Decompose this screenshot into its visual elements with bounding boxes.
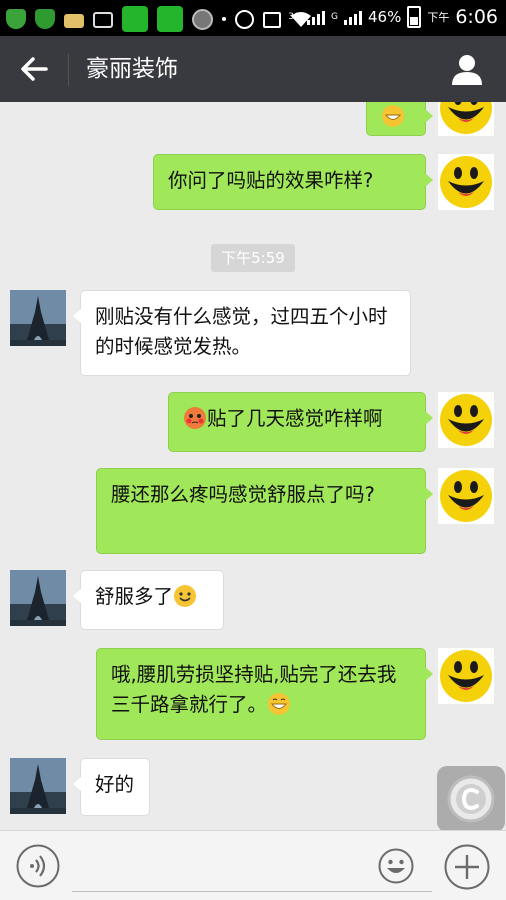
message-list[interactable]: 你问了吗贴的效果咋样? 下午5:59 刚贴没有什么感觉，过四五个小时的时候感觉发… — [0, 102, 506, 830]
message-text: 你问了吗贴的效果咋样? — [168, 169, 374, 192]
emoji-button[interactable] — [378, 848, 414, 884]
arrow-left-icon — [21, 57, 48, 81]
chat-title: 豪丽装饰 — [86, 56, 178, 82]
message-text: 腰还那么疼吗感觉舒服点了吗? — [111, 483, 375, 506]
my-avatar[interactable] — [438, 154, 494, 210]
network-3g-label: 3G — [288, 12, 301, 22]
status-bar: 3G G 46% 下午 6:06 — [0, 0, 506, 36]
message-text: 好的 — [95, 773, 135, 796]
back-button[interactable] — [16, 52, 52, 86]
battery-icon — [407, 6, 422, 28]
dot-icon — [222, 17, 226, 21]
contact-avatar[interactable] — [10, 758, 66, 814]
signal-bars-icon — [307, 9, 325, 25]
message-bubble-incoming[interactable]: 舒服多了 — [73, 570, 224, 630]
voice-icon — [16, 844, 60, 888]
network-g-label: G — [331, 12, 338, 22]
my-avatar[interactable] — [438, 468, 494, 524]
shopping-bag-icon — [157, 6, 183, 32]
plus-icon — [444, 844, 490, 890]
notification-icons — [6, 6, 321, 32]
image-icon — [263, 12, 281, 28]
message-bubble-outgoing[interactable]: 哦,腰肌劳损坚持贴,贴完了还去我三千路拿就行了。 — [96, 648, 433, 740]
smiley-icon — [378, 848, 414, 884]
message-input-bar — [0, 830, 506, 900]
c-logo-icon — [447, 775, 495, 823]
grin-emoji — [268, 693, 291, 715]
battery-percent: 46% — [367, 8, 402, 26]
person-icon — [452, 55, 482, 85]
vip-shield-icon — [35, 9, 55, 29]
my-avatar[interactable] — [438, 392, 494, 448]
contact-avatar[interactable] — [10, 290, 66, 346]
header-divider — [68, 54, 69, 86]
contact-avatar[interactable] — [10, 570, 66, 626]
am-pm-label: 下午 — [427, 11, 450, 24]
message-bubble-incoming[interactable]: 刚贴没有什么感觉，过四五个小时的时候感觉发热。 — [73, 290, 411, 376]
alarm-icon — [235, 9, 254, 29]
my-avatar[interactable] — [438, 648, 494, 704]
clock-app-icon — [192, 8, 213, 30]
blush-face-emoji — [184, 407, 206, 429]
smile-emoji — [174, 585, 197, 607]
message-text: 贴了几天感觉咋样啊 — [207, 407, 383, 430]
more-button[interactable] — [444, 844, 490, 890]
message-text: 哦,腰肌劳损坚持贴,贴完了还去我三千路拿就行了。 — [111, 663, 397, 716]
message-text: 刚贴没有什么感觉，过四五个小时的时候感觉发热。 — [95, 305, 388, 358]
voice-button[interactable] — [16, 844, 60, 888]
chat-header: 豪丽装饰 — [0, 36, 506, 102]
signal-bars-icon — [343, 9, 362, 25]
floating-assistant-button[interactable] — [437, 766, 505, 830]
message-bubble-incoming[interactable]: 好的 — [73, 758, 150, 816]
message-bubble-outgoing[interactable]: 贴了几天感觉咋样啊 — [168, 392, 433, 452]
chat-info-button[interactable] — [450, 52, 484, 86]
security-shield-icon — [6, 9, 26, 29]
message-bubble-outgoing[interactable]: 你问了吗贴的效果咋样? — [153, 154, 433, 210]
mail-icon — [64, 13, 84, 28]
message-timestamp: 下午5:59 — [211, 244, 295, 272]
message-bubble-outgoing[interactable]: 腰还那么疼吗感觉舒服点了吗? — [96, 468, 433, 554]
message-text: 舒服多了 — [95, 585, 174, 608]
clock-time: 6:06 — [455, 6, 498, 28]
message-muted-icon — [93, 12, 113, 28]
shopping-bag-icon — [122, 6, 148, 32]
my-avatar[interactable] — [438, 102, 494, 136]
grin-emoji — [382, 105, 404, 127]
message-bubble-outgoing[interactable] — [366, 102, 433, 136]
status-indicators: 3G G 46% 下午 6:06 — [288, 6, 498, 28]
